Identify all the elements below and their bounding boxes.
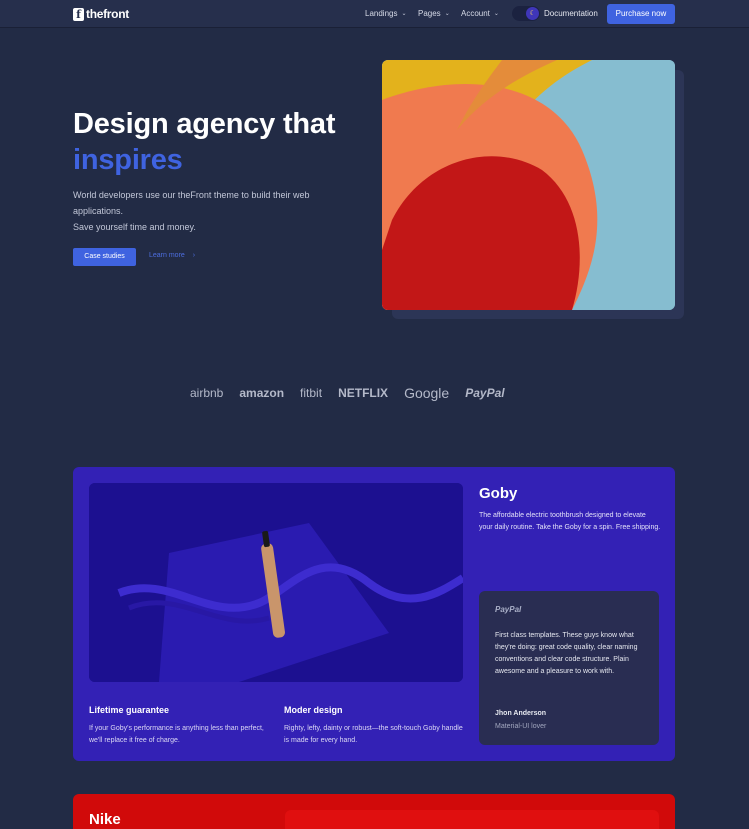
nav-label: Landings: [365, 9, 398, 18]
nike-title: Nike: [89, 811, 121, 828]
chevron-right-icon: ›: [192, 252, 196, 259]
nav-label: Account: [461, 9, 490, 18]
logo-text: thefront: [86, 7, 129, 21]
nike-product-image: [285, 810, 659, 829]
hero-description: World developers use our theFront theme …: [73, 187, 343, 235]
moon-icon: ☾: [526, 7, 539, 20]
nav-item-landings[interactable]: Landings ⌄: [365, 9, 407, 18]
learn-more-link[interactable]: Learn more ›: [149, 252, 195, 259]
chevron-down-icon: ⌄: [401, 11, 407, 17]
chevron-down-icon: ⌄: [444, 11, 450, 17]
learn-more-label: Learn more: [149, 252, 185, 259]
hero-description-line2: Save yourself time and money.: [73, 222, 196, 232]
partner-logo: airbnb: [190, 386, 224, 400]
partner-logo: fitbit: [300, 386, 323, 400]
feature-title: Moder design: [284, 705, 343, 715]
partner-logo: Google: [404, 385, 450, 401]
logo-mark: f: [73, 7, 84, 21]
feature-title: Lifetime guarantee: [89, 705, 170, 715]
feature-moder-design: Moder design Righty, lefty, dainty or ro…: [284, 705, 464, 747]
feature-text: If your Goby's performance is anything l…: [89, 725, 264, 744]
goby-title: Goby: [479, 485, 518, 502]
paypal-logo: PayPal: [495, 605, 522, 614]
testimonial-card: PayPal First class templates. These guys…: [479, 591, 659, 745]
hero-abstract-image: [382, 60, 675, 310]
hero-description-line1: World developers use our theFront theme …: [73, 190, 310, 216]
top-navigation-bar: f thefront Landings ⌄ Pages ⌄ Account ⌄ …: [0, 0, 749, 28]
testimonial-quote: First class templates. These guys know w…: [495, 632, 638, 675]
case-studies-button[interactable]: Case studies: [73, 248, 136, 266]
purchase-now-button[interactable]: Purchase now: [607, 4, 675, 24]
theme-toggle[interactable]: ☾: [512, 6, 540, 21]
feature-lifetime-guarantee: Lifetime guarantee If your Goby's perfor…: [89, 705, 269, 747]
feature-text: Righty, lefty, dainty or robust—the soft…: [284, 725, 463, 744]
hero-title: Design agency that inspires: [73, 106, 336, 178]
goby-product-image: [89, 483, 463, 682]
nav-label: Pages: [418, 9, 441, 18]
testimonial-role: Material-UI lover: [495, 723, 547, 730]
partner-logo: amazon: [239, 386, 285, 400]
testimonial-author: Jhon Anderson: [495, 710, 547, 717]
goby-case-study-card: Goby The affordable electric toothbrush …: [73, 467, 675, 761]
partner-logo: NETFLIX: [338, 386, 389, 400]
partner-logo: PayPal: [465, 386, 505, 400]
chevron-down-icon: ⌄: [493, 11, 499, 17]
nav-item-pages[interactable]: Pages ⌄: [418, 9, 450, 18]
partner-logos: airbnb amazon fitbit NETFLIX Google PayP…: [190, 385, 505, 401]
goby-description: The affordable electric toothbrush desig…: [479, 512, 661, 531]
nav-item-account[interactable]: Account ⌄: [461, 9, 499, 18]
brand-logo[interactable]: f thefront: [73, 7, 129, 21]
hero-title-line1: Design agency that: [73, 108, 336, 140]
hero-title-accent: inspires: [73, 144, 183, 176]
nike-case-study-card: Nike: [73, 794, 675, 829]
documentation-link[interactable]: Documentation: [544, 9, 598, 18]
